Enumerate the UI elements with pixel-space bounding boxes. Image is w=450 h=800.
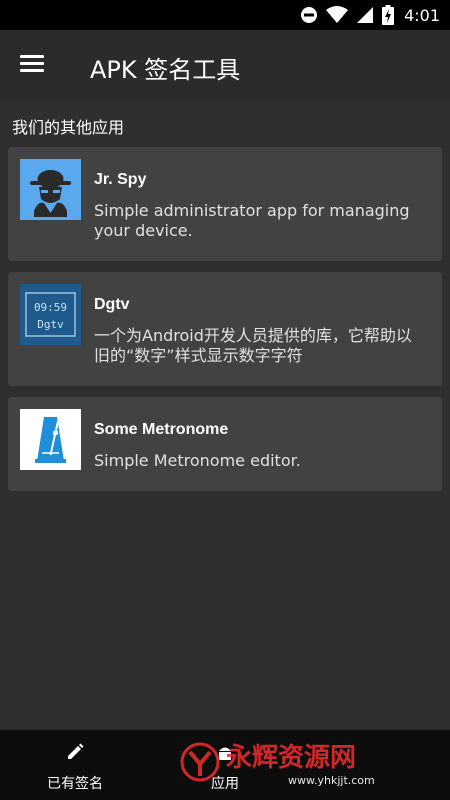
signal-icon xyxy=(357,7,374,23)
digital-clock-icon: 09:59 Dgtv xyxy=(20,284,81,345)
bottom-navigation: 已有签名 应用 永辉资源网 www.yhkjjt.com xyxy=(0,730,450,800)
pencil-icon xyxy=(68,743,84,759)
app-card-some-metronome[interactable]: Some Metronome Simple Metronome editor. xyxy=(8,397,442,491)
app-description: Simple administrator app for managing yo… xyxy=(94,201,410,240)
nav-item-existing-signatures[interactable]: 已有签名 xyxy=(0,742,150,793)
watermark-title: 永辉资源网 xyxy=(226,743,356,773)
app-title: APK 签名工具 xyxy=(90,56,241,84)
battery-charging-icon xyxy=(382,5,395,25)
app-description: Simple Metronome editor. xyxy=(94,451,301,470)
app-name: Jr. Spy xyxy=(94,171,147,188)
app-description: 一个为Android开发人员提供的库，它帮助以旧的“数字”样式显示数字字符 xyxy=(94,326,412,365)
wifi-icon xyxy=(326,6,349,23)
app-name: Some Metronome xyxy=(94,421,229,438)
status-time: 4:01 xyxy=(404,5,440,25)
app-card-dgtv[interactable]: 09:59 Dgtv Dgtv 一个为Android开发人员提供的库，它帮助以旧… xyxy=(8,272,442,386)
main-content: 我们的其他应用 Jr. Spy Simple administrator app… xyxy=(0,100,450,730)
hamburger-menu-icon[interactable] xyxy=(20,52,50,76)
app-bar: APK 签名工具 xyxy=(0,30,450,100)
metronome-icon xyxy=(20,409,81,470)
watermark-url: www.yhkjjt.com xyxy=(288,774,375,787)
app-card-jr-spy[interactable]: Jr. Spy Simple administrator app for man… xyxy=(8,147,442,261)
status-bar: 4:01 xyxy=(0,0,450,30)
icon-clock-text: 09:59 xyxy=(34,301,67,314)
section-title: 我们的其他应用 xyxy=(12,118,125,137)
spy-icon xyxy=(20,159,81,220)
app-name: Dgtv xyxy=(94,296,130,313)
do-not-disturb-icon xyxy=(301,7,318,23)
icon-brand-text: Dgtv xyxy=(37,318,64,331)
nav-label: 已有签名 xyxy=(47,776,103,792)
status-icons: 4:01 xyxy=(300,0,440,30)
watermark-logo: 永辉资源网 www.yhkjjt.com xyxy=(180,742,375,787)
